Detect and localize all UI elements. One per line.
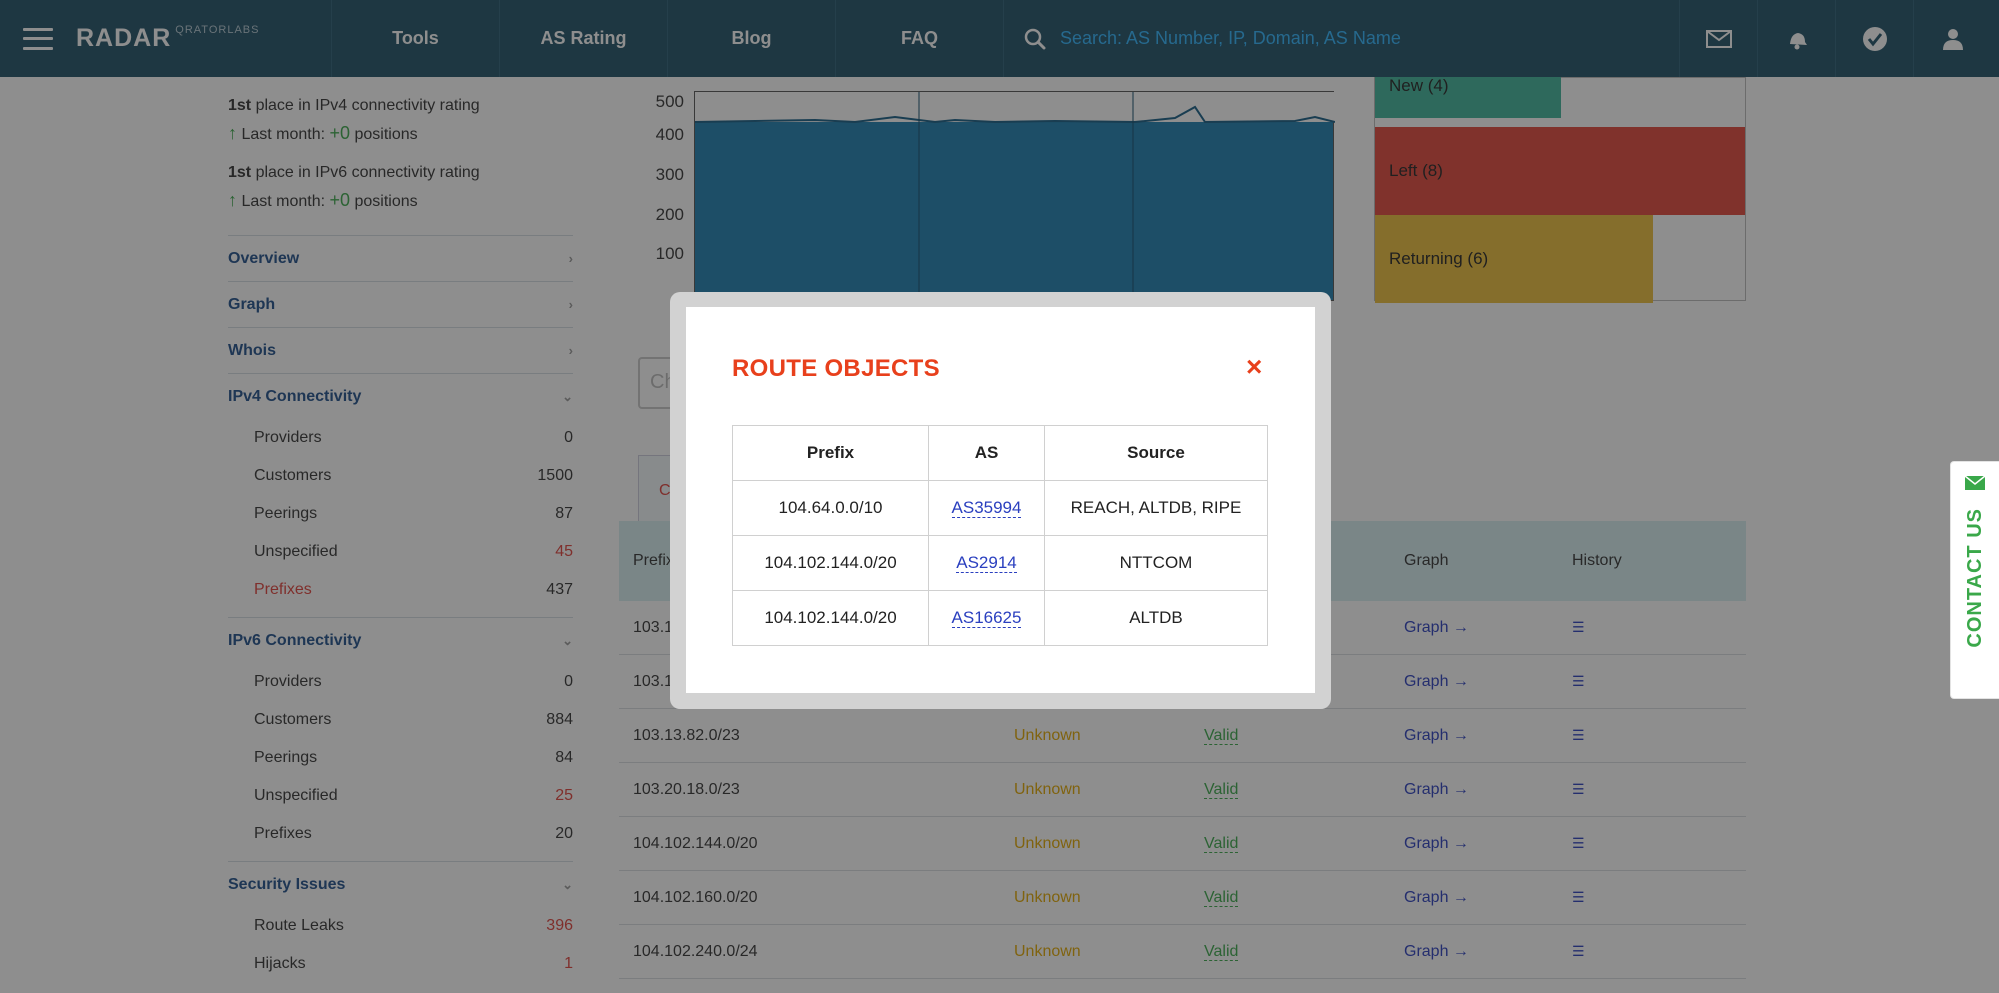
col-as: AS — [928, 425, 1045, 481]
table-row: 104.102.144.0/20 AS16625 ALTDB — [732, 590, 1268, 646]
col-prefix: Prefix — [732, 425, 929, 481]
as-link[interactable]: AS2914 — [956, 553, 1017, 573]
as-link[interactable]: AS35994 — [951, 498, 1022, 518]
route-prefix: 104.102.144.0/20 — [732, 590, 929, 646]
table-header-row: Prefix AS Source — [732, 425, 1268, 481]
as-link[interactable]: AS16625 — [951, 608, 1022, 628]
route-prefix: 104.64.0.0/10 — [732, 480, 929, 536]
route-objects-modal: ROUTE OBJECTS × Prefix AS Source 104.64.… — [686, 307, 1315, 693]
route-source: NTTCOM — [1044, 535, 1268, 591]
table-row: 104.64.0.0/10 AS35994 REACH, ALTDB, RIPE — [732, 480, 1268, 536]
route-objects-table: Prefix AS Source 104.64.0.0/10 AS35994 R… — [732, 425, 1268, 646]
modal-title: ROUTE OBJECTS — [732, 355, 940, 382]
col-source: Source — [1044, 425, 1268, 481]
route-prefix: 104.102.144.0/20 — [732, 535, 929, 591]
route-source: REACH, ALTDB, RIPE — [1044, 480, 1268, 536]
table-row: 104.102.144.0/20 AS2914 NTTCOM — [732, 535, 1268, 591]
contact-us-label: CONTACT US — [1963, 508, 1986, 648]
mail-icon — [1965, 476, 1985, 490]
route-source: ALTDB — [1044, 590, 1268, 646]
close-icon[interactable]: × — [1246, 353, 1262, 381]
contact-us-button[interactable]: CONTACT US — [1950, 461, 1999, 699]
